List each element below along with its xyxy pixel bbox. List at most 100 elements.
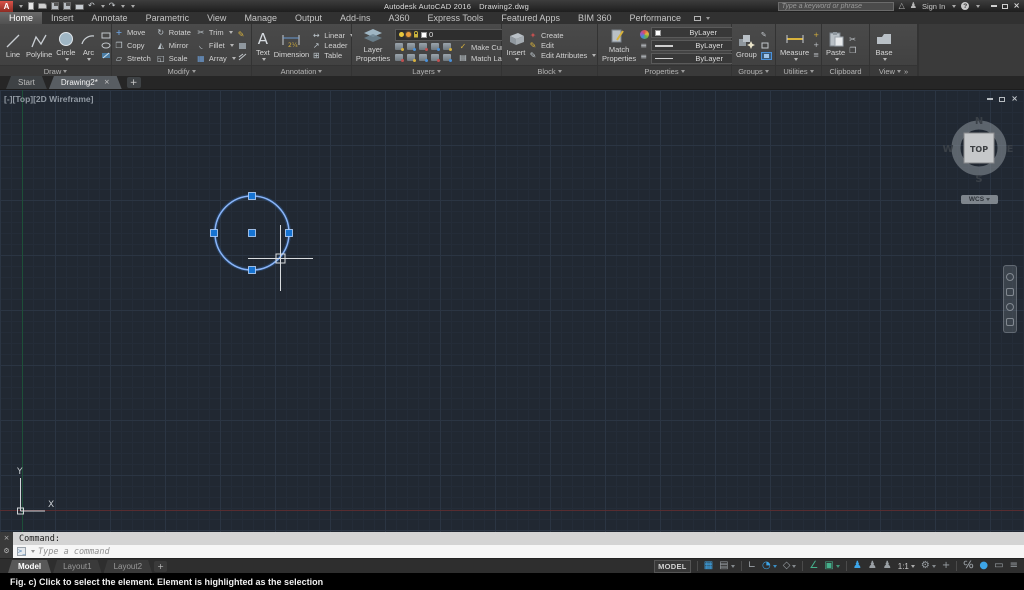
model-tab[interactable]: Model xyxy=(8,560,51,573)
layer-tool-icon[interactable] xyxy=(395,42,404,51)
wcs-caret-icon[interactable] xyxy=(986,198,991,201)
zoom-icon[interactable] xyxy=(1006,302,1014,311)
annotation-scale-icon[interactable]: ♟ xyxy=(883,561,892,571)
annotation-visibility-icon[interactable]: ♟ xyxy=(853,561,862,571)
grid-icon[interactable]: ▦ xyxy=(704,561,713,571)
panel-label-properties[interactable]: Properties xyxy=(598,65,731,76)
polar-tracking-icon[interactable]: ◔ xyxy=(762,561,771,571)
layer-tool-icon[interactable] xyxy=(443,53,452,62)
sign-in-button[interactable]: Sign In xyxy=(922,2,945,11)
match-properties-button[interactable]: Match Properties xyxy=(600,27,638,63)
annotation-monitor-icon[interactable]: + xyxy=(942,561,950,571)
measure-flyout-caret-icon[interactable] xyxy=(793,57,798,61)
layout2-tab[interactable]: Layout2 xyxy=(104,560,152,573)
insert-flyout-caret-icon[interactable] xyxy=(515,57,519,61)
wcs-button[interactable]: WCS xyxy=(961,195,998,204)
viewcube-east[interactable]: E xyxy=(1007,144,1014,155)
panel-label-annotation[interactable]: Annotation xyxy=(252,65,351,76)
new-layout-button[interactable]: + xyxy=(154,561,168,572)
tab-parametric[interactable]: Parametric xyxy=(137,12,199,24)
app-menu-button[interactable]: A xyxy=(0,0,13,12)
layer-tool-icon[interactable] xyxy=(407,42,416,51)
layer-tool-icon[interactable] xyxy=(431,42,440,51)
ungroup-icon[interactable]: ✎ xyxy=(761,31,772,39)
panel-label-modify[interactable]: Modify xyxy=(112,65,251,76)
explode-button[interactable] xyxy=(238,42,247,50)
base-button[interactable]: Base xyxy=(872,30,896,61)
pan-icon[interactable] xyxy=(1006,287,1014,296)
create-block-button[interactable]: ✦ Create xyxy=(528,31,596,40)
panel-label-layers[interactable]: Layers xyxy=(352,65,501,76)
graphics-performance-icon[interactable]: ● xyxy=(979,561,988,571)
polyline-button[interactable]: Polyline xyxy=(24,32,54,60)
tab-view[interactable]: View xyxy=(198,12,235,24)
layer-properties-button[interactable]: Layer Properties xyxy=(354,27,392,63)
tab-output[interactable]: Output xyxy=(286,12,331,24)
drawing-restore-icon[interactable] xyxy=(999,96,1006,102)
offset-button[interactable] xyxy=(238,53,247,61)
layer-tool-icon[interactable] xyxy=(407,53,416,62)
text-button[interactable]: A Text xyxy=(254,30,272,61)
sign-in-caret-icon[interactable] xyxy=(952,4,957,8)
grip-west[interactable] xyxy=(210,229,218,237)
rotate-button[interactable]: ↻ Rotate xyxy=(156,27,190,39)
layer-tool-icon[interactable] xyxy=(419,53,428,62)
customization-menu-icon[interactable]: ≡ xyxy=(1010,561,1018,571)
plot-icon[interactable] xyxy=(75,4,84,10)
workspace-gear-icon[interactable]: ⚙ xyxy=(921,561,930,571)
base-flyout-caret-icon[interactable] xyxy=(883,57,887,61)
snap-icon[interactable]: ▤ xyxy=(719,561,728,571)
leader-button[interactable]: ↗ Leader xyxy=(311,41,357,50)
panel-label-block[interactable]: Block xyxy=(502,65,597,76)
layer-tool-icon[interactable] xyxy=(419,42,428,51)
restore-icon[interactable] xyxy=(1002,3,1009,9)
circle-flyout-caret-icon[interactable] xyxy=(64,57,69,61)
panel-label-draw[interactable]: Draw xyxy=(0,65,111,76)
command-input[interactable] xyxy=(38,546,1024,557)
text-flyout-caret-icon[interactable] xyxy=(261,57,266,61)
insert-button[interactable]: Insert xyxy=(504,30,528,61)
viewport-controls[interactable]: [-][Top][2D Wireframe] xyxy=(4,94,93,104)
model-space-button[interactable]: MODEL xyxy=(654,559,691,573)
panel-label-clipboard[interactable]: Clipboard xyxy=(822,65,869,76)
paste-button[interactable]: Paste xyxy=(824,30,847,61)
search-exchange-icon[interactable]: △ xyxy=(899,2,905,10)
undo-caret-icon[interactable] xyxy=(100,4,105,8)
stretch-button[interactable]: ▱ Stretch xyxy=(114,53,151,65)
search-input[interactable] xyxy=(777,1,894,11)
trim-button[interactable]: ✂ Trim xyxy=(196,27,236,39)
linetype-list-icon[interactable]: ≡ xyxy=(640,53,649,61)
grip-south[interactable] xyxy=(248,266,256,274)
line-button[interactable]: Line xyxy=(2,32,24,60)
navigation-bar[interactable] xyxy=(1003,265,1017,333)
command-customize-icon[interactable]: ⚙ xyxy=(3,548,9,555)
table-button[interactable]: ⊞ Table xyxy=(311,51,356,60)
paste-flyout-caret-icon[interactable] xyxy=(834,57,839,61)
file-tab-drawing2[interactable]: Drawing2* × xyxy=(49,76,122,89)
copy-button[interactable]: ❐ Copy xyxy=(114,40,151,52)
minimize-icon[interactable] xyxy=(991,5,998,7)
isolate-objects-icon[interactable]: ℅ xyxy=(963,561,973,571)
quick-select-icon[interactable]: + xyxy=(813,32,819,39)
circle-button[interactable]: Circle xyxy=(54,30,77,61)
orbit-icon[interactable] xyxy=(1006,317,1014,326)
tab-featured-apps[interactable]: Featured Apps xyxy=(492,12,569,24)
autosnap-tracking-icon[interactable]: ∠ xyxy=(809,561,818,571)
measure-button[interactable]: Measure xyxy=(778,30,811,61)
command-icon[interactable]: >_ xyxy=(17,547,26,556)
undo-icon[interactable]: ↶ xyxy=(88,2,95,10)
grip-center[interactable] xyxy=(248,229,256,237)
array-button[interactable]: ▦ Array xyxy=(196,53,236,65)
drawing-minimize-icon[interactable] xyxy=(987,98,994,100)
group-selection-toggle-icon[interactable] xyxy=(760,51,772,60)
save-icon[interactable] xyxy=(51,2,59,10)
scale-button[interactable]: ◱ Scale xyxy=(156,53,191,65)
clean-screen-icon[interactable]: ▭ xyxy=(994,561,1003,571)
panel-label-groups[interactable]: Groups xyxy=(732,65,775,76)
close-icon[interactable]: × xyxy=(1013,2,1020,10)
viewcube-top-label[interactable]: TOP xyxy=(970,145,988,154)
viewcube-west[interactable]: W xyxy=(942,144,953,155)
edit-block-button[interactable]: ✎ Edit xyxy=(528,41,596,50)
copy-clip-icon[interactable]: ❐ xyxy=(849,47,856,55)
panel-label-utilities[interactable]: Utilities xyxy=(776,65,821,76)
